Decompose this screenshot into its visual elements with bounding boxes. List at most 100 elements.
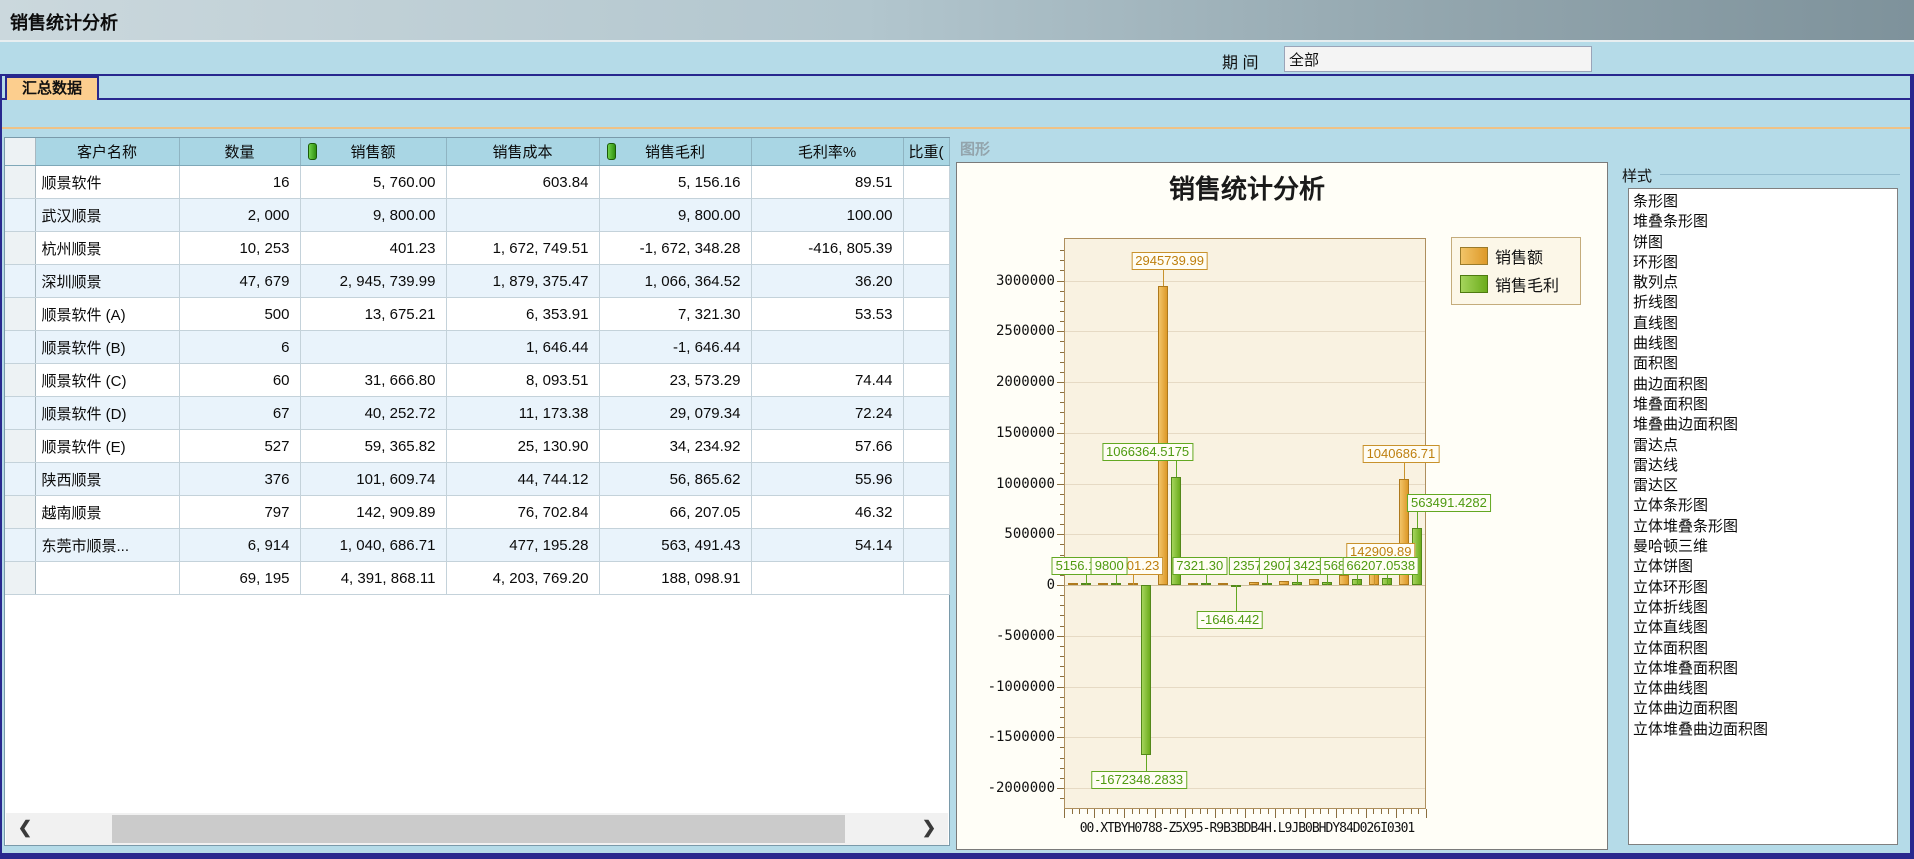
table-cell[interactable]: 1, 066, 364.52: [599, 265, 751, 298]
table-cell[interactable]: 顺景软件 (E): [35, 430, 179, 463]
style-option-22[interactable]: 立体面积图: [1633, 639, 1897, 659]
style-option-8[interactable]: 面积图: [1633, 354, 1897, 374]
table-cell[interactable]: 1, 879, 375.47: [446, 265, 599, 298]
table-cell[interactable]: 59, 365.82: [300, 430, 446, 463]
row-selector[interactable]: [5, 298, 35, 331]
table-row[interactable]: 武汉顺景2, 0009, 800.009, 800.00100.00: [5, 199, 949, 232]
table-row[interactable]: 东莞市顺景...6, 9141, 040, 686.71477, 195.285…: [5, 529, 949, 562]
column-header-5[interactable]: 毛利率%: [751, 138, 903, 166]
style-option-18[interactable]: 立体饼图: [1633, 557, 1897, 577]
column-header-1[interactable]: 数量: [179, 138, 300, 166]
table-cell[interactable]: 603.84: [446, 166, 599, 199]
scroll-left-icon[interactable]: ❮: [12, 818, 38, 838]
table-row[interactable]: 69, 1954, 391, 868.114, 203, 769.20188, …: [5, 562, 949, 595]
table-cell[interactable]: 54.14: [751, 529, 903, 562]
table-cell[interactable]: 46.32: [751, 496, 903, 529]
table-row[interactable]: 顺景软件 (E)52759, 365.8225, 130.9034, 234.9…: [5, 430, 949, 463]
row-selector[interactable]: [5, 430, 35, 463]
table-cell[interactable]: 陕西顺景: [35, 463, 179, 496]
table-cell[interactable]: 527: [179, 430, 300, 463]
style-option-23[interactable]: 立体堆叠面积图: [1633, 659, 1897, 679]
table-cell[interactable]: 31, 666.80: [300, 364, 446, 397]
table-row[interactable]: 顺景软件 (A)50013, 675.216, 353.917, 321.305…: [5, 298, 949, 331]
chart-style-listbox[interactable]: 条形图堆叠条形图饼图环形图散列点折线图直线图曲线图面积图曲边面积图堆叠面积图堆叠…: [1628, 188, 1898, 845]
row-selector[interactable]: [5, 463, 35, 496]
table-cell[interactable]: 89.51: [751, 166, 903, 199]
table-cell[interactable]: [35, 562, 179, 595]
table-cell[interactable]: 6, 914: [179, 529, 300, 562]
style-option-15[interactable]: 立体条形图: [1633, 496, 1897, 516]
table-row[interactable]: 顺景软件 (B)61, 646.44-1, 646.44: [5, 331, 949, 364]
column-header-3[interactable]: 销售成本: [446, 138, 599, 166]
table-cell[interactable]: 9, 800.00: [599, 199, 751, 232]
column-header-2[interactable]: 销售额: [300, 138, 446, 166]
table-cell[interactable]: 69, 195: [179, 562, 300, 595]
table-cell[interactable]: [903, 166, 949, 199]
table-cell[interactable]: 7, 321.30: [599, 298, 751, 331]
table-cell[interactable]: 1, 646.44: [446, 331, 599, 364]
table-cell[interactable]: [300, 331, 446, 364]
style-option-12[interactable]: 雷达点: [1633, 436, 1897, 456]
horizontal-scrollbar[interactable]: ❮ ❯: [6, 813, 948, 845]
table-cell[interactable]: 深圳顺景: [35, 265, 179, 298]
table-cell[interactable]: 55.96: [751, 463, 903, 496]
table-cell[interactable]: 56, 865.62: [599, 463, 751, 496]
column-header-0[interactable]: 客户名称: [35, 138, 179, 166]
table-cell[interactable]: 5, 156.16: [599, 166, 751, 199]
row-selector[interactable]: [5, 397, 35, 430]
style-option-2[interactable]: 饼图: [1633, 233, 1897, 253]
table-row[interactable]: 深圳顺景47, 6792, 945, 739.991, 879, 375.471…: [5, 265, 949, 298]
style-option-20[interactable]: 立体折线图: [1633, 598, 1897, 618]
style-option-7[interactable]: 曲线图: [1633, 334, 1897, 354]
style-option-13[interactable]: 雷达线: [1633, 456, 1897, 476]
table-cell[interactable]: 6, 353.91: [446, 298, 599, 331]
table-cell[interactable]: [903, 397, 949, 430]
table-cell[interactable]: 47, 679: [179, 265, 300, 298]
row-selector[interactable]: [5, 496, 35, 529]
table-cell[interactable]: -1, 672, 348.28: [599, 232, 751, 265]
row-selector[interactable]: [5, 166, 35, 199]
table-cell[interactable]: 4, 391, 868.11: [300, 562, 446, 595]
scroll-right-icon[interactable]: ❯: [916, 818, 942, 838]
row-selector[interactable]: [5, 529, 35, 562]
table-cell[interactable]: [446, 199, 599, 232]
table-cell[interactable]: 1, 040, 686.71: [300, 529, 446, 562]
table-cell[interactable]: -1, 646.44: [599, 331, 751, 364]
style-option-3[interactable]: 环形图: [1633, 253, 1897, 273]
table-cell[interactable]: 9, 800.00: [300, 199, 446, 232]
table-cell[interactable]: 东莞市顺景...: [35, 529, 179, 562]
table-cell[interactable]: 8, 093.51: [446, 364, 599, 397]
table-row[interactable]: 陕西顺景376101, 609.7444, 744.1256, 865.6255…: [5, 463, 949, 496]
table-cell[interactable]: [903, 364, 949, 397]
style-option-24[interactable]: 立体曲线图: [1633, 679, 1897, 699]
row-selector[interactable]: [5, 265, 35, 298]
table-cell[interactable]: 2, 945, 739.99: [300, 265, 446, 298]
table-cell[interactable]: 武汉顺景: [35, 199, 179, 232]
table-cell[interactable]: 100.00: [751, 199, 903, 232]
style-option-1[interactable]: 堆叠条形图: [1633, 212, 1897, 232]
table-cell[interactable]: 74.44: [751, 364, 903, 397]
table-cell[interactable]: 563, 491.43: [599, 529, 751, 562]
column-header-6[interactable]: 比重(: [903, 138, 949, 166]
table-cell[interactable]: 36.20: [751, 265, 903, 298]
table-cell[interactable]: 顺景软件 (D): [35, 397, 179, 430]
row-selector[interactable]: [5, 331, 35, 364]
style-option-0[interactable]: 条形图: [1633, 192, 1897, 212]
table-cell[interactable]: 477, 195.28: [446, 529, 599, 562]
table-row[interactable]: 顺景软件 (C)6031, 666.808, 093.5123, 573.297…: [5, 364, 949, 397]
table-row[interactable]: 顺景软件165, 760.00603.845, 156.1689.51: [5, 166, 949, 199]
table-cell[interactable]: [903, 430, 949, 463]
table-cell[interactable]: [903, 265, 949, 298]
table-cell[interactable]: 1, 672, 749.51: [446, 232, 599, 265]
table-cell[interactable]: [751, 562, 903, 595]
table-cell[interactable]: 4, 203, 769.20: [446, 562, 599, 595]
table-row[interactable]: 杭州顺景10, 253401.231, 672, 749.51-1, 672, …: [5, 232, 949, 265]
table-cell[interactable]: 72.24: [751, 397, 903, 430]
table-cell[interactable]: 66, 207.05: [599, 496, 751, 529]
table-cell[interactable]: 76, 702.84: [446, 496, 599, 529]
table-cell[interactable]: [903, 529, 949, 562]
table-cell[interactable]: 376: [179, 463, 300, 496]
table-cell[interactable]: [903, 463, 949, 496]
column-header-4[interactable]: 销售毛利: [599, 138, 751, 166]
table-cell[interactable]: 顺景软件 (B): [35, 331, 179, 364]
